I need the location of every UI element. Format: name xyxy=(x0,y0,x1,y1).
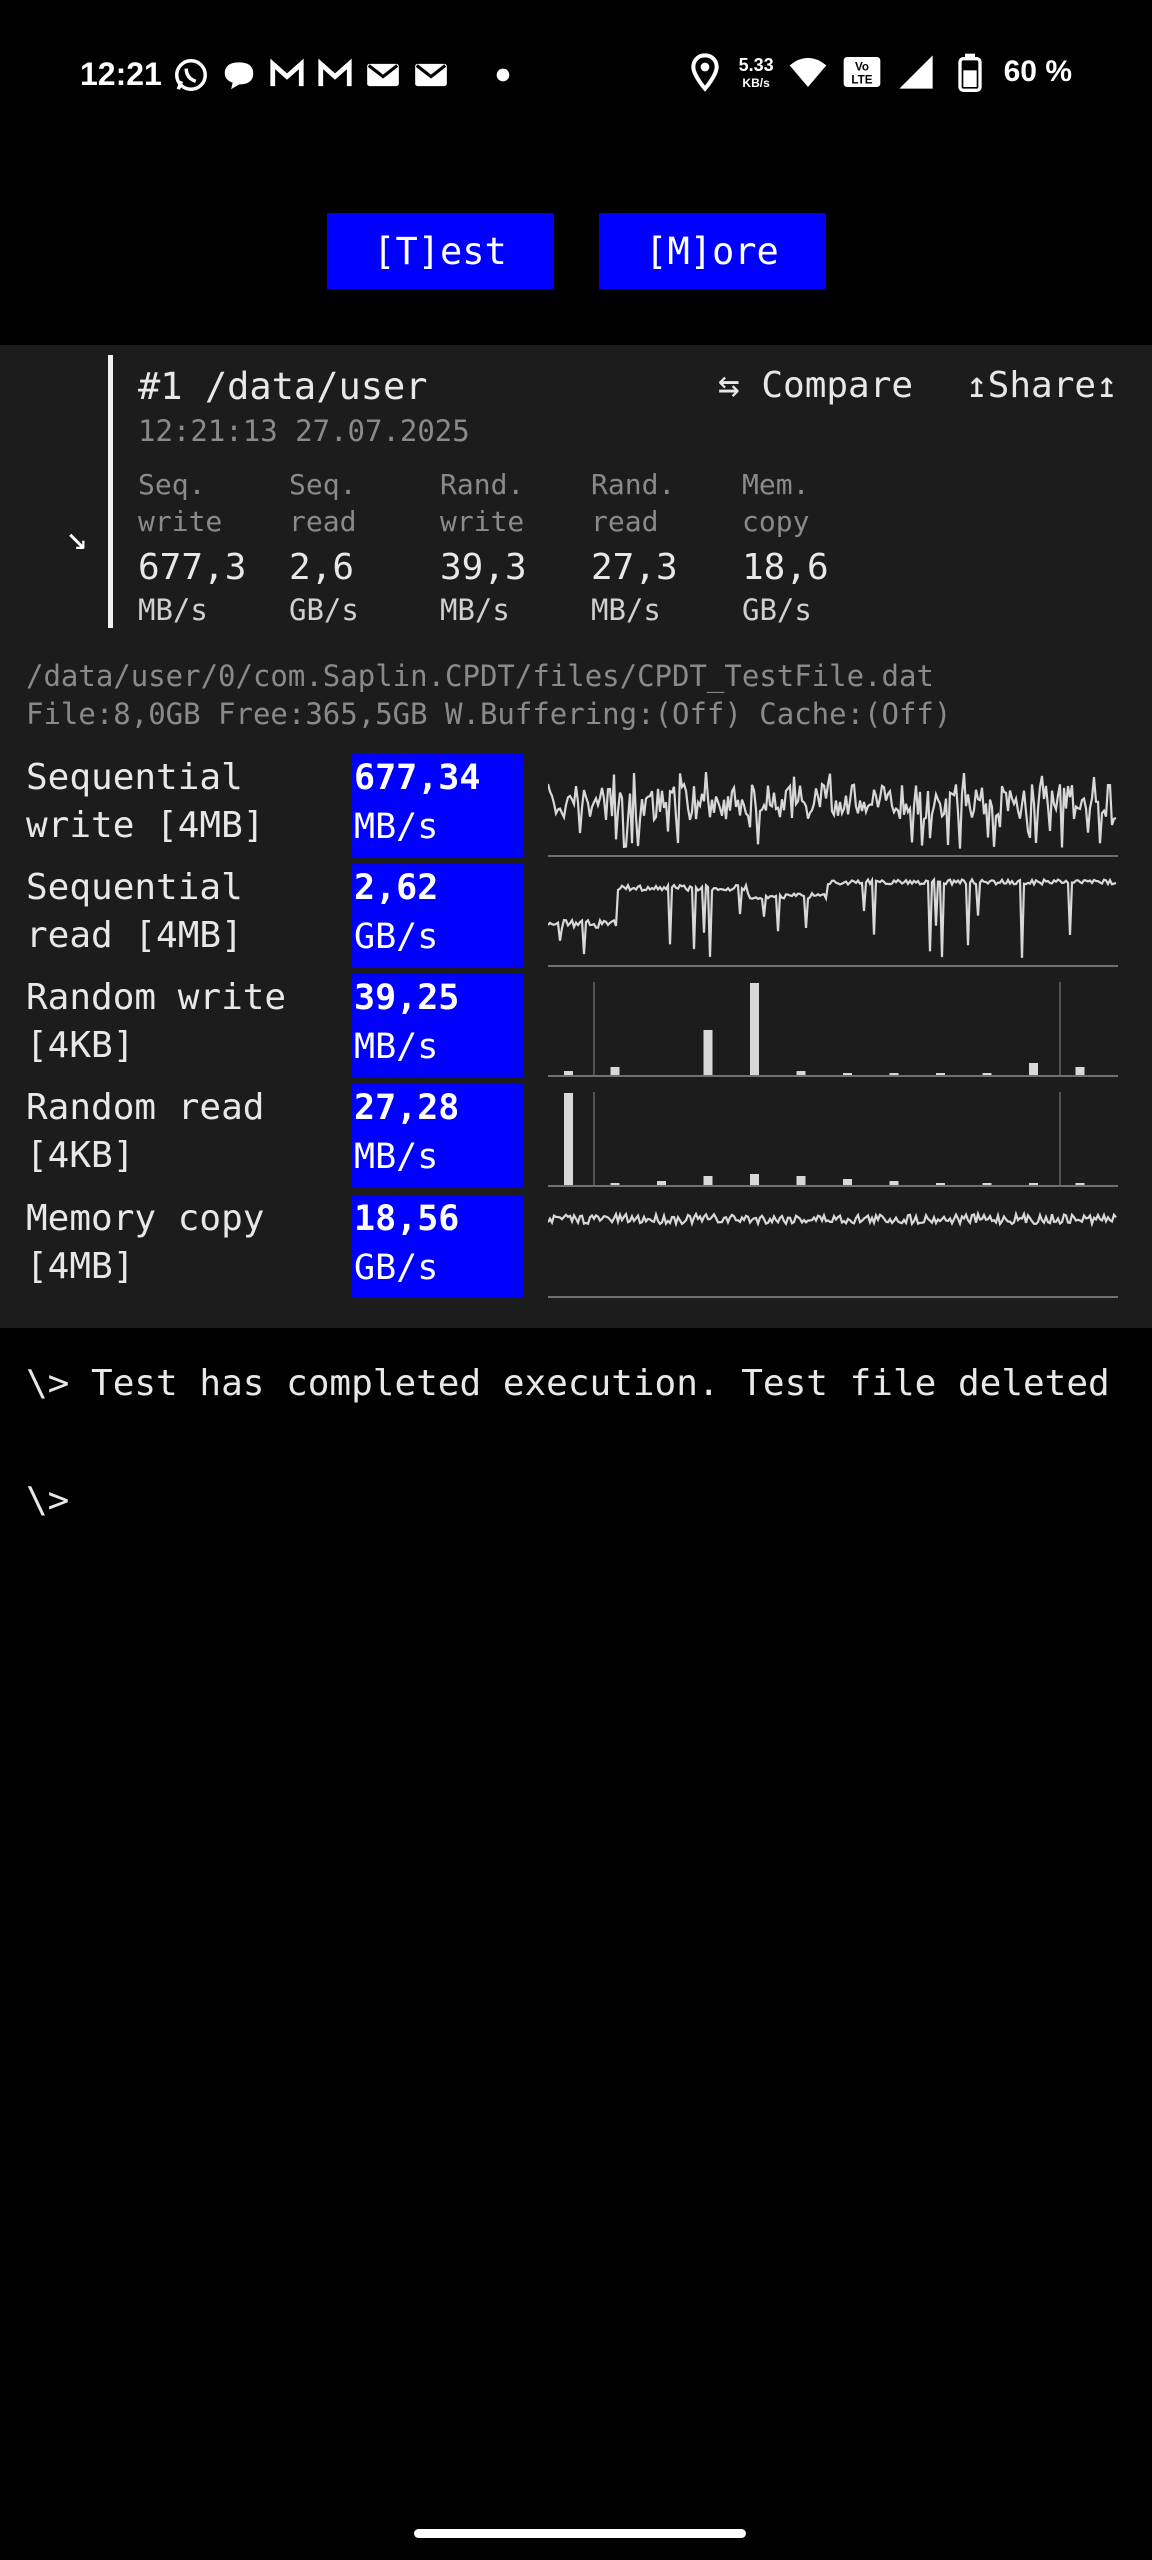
test-row-seq-read: Sequential read [4MB] 2,62 GB/s xyxy=(0,864,1152,967)
summary-label: read xyxy=(289,505,357,538)
sparkline-mark xyxy=(750,1174,759,1185)
battery-icon xyxy=(957,53,982,92)
collapse-arrow-icon[interactable]: ↘ xyxy=(66,517,88,558)
whatsapp-icon xyxy=(175,59,207,91)
test-row-rand-write: Random write [4KB] 39,25 MB/s xyxy=(0,974,1152,1077)
network-speed-unit: KB/s xyxy=(742,75,770,90)
result-divider xyxy=(108,355,113,628)
home-indicator[interactable] xyxy=(414,2529,746,2538)
notification-icons xyxy=(172,56,522,94)
sparkline-mark xyxy=(548,772,1117,849)
summary-value: 2,6 xyxy=(289,547,355,588)
svg-text:LTE: LTE xyxy=(851,74,872,87)
summary-label: write xyxy=(138,505,223,538)
file-path: /data/user/0/com.Saplin.CPDT/files/CPDT_… xyxy=(26,659,934,693)
signal-icon xyxy=(898,55,933,89)
sparkline-rand-read xyxy=(548,1084,1118,1187)
test-score: 27,28 MB/s xyxy=(352,1084,524,1187)
volte-icon: VoLTE xyxy=(843,57,880,87)
test-score: 677,34 MB/s xyxy=(352,754,524,857)
summary-unit: MB/s xyxy=(591,593,661,627)
sparkline-mark xyxy=(548,876,1117,958)
sparkline-mark xyxy=(1075,1067,1085,1075)
svg-text:Vo: Vo xyxy=(855,60,869,73)
summary-mem-copy: Mem. copy 18,6 GB/s xyxy=(742,466,882,630)
sparkline-mark xyxy=(703,1176,713,1185)
test-score: 39,25 MB/s xyxy=(352,974,524,1077)
summary-label: Seq. xyxy=(289,468,357,501)
sparkline-mem-copy xyxy=(548,1195,1118,1298)
summary-unit: GB/s xyxy=(289,593,359,627)
sparkline-mark xyxy=(610,1067,620,1075)
test-button[interactable]: [T]est xyxy=(326,213,554,289)
result-datetime: 12:21:13 27.07.2025 xyxy=(138,414,470,448)
dot-icon xyxy=(496,68,510,82)
test-name: Memory copy [4MB] xyxy=(26,1198,265,1287)
file-info: /data/user/0/com.Saplin.CPDT/files/CPDT_… xyxy=(26,657,951,733)
compare-button[interactable]: ⇆ Compare xyxy=(718,365,913,406)
summary-unit: GB/s xyxy=(742,593,812,627)
summary-value: 27,3 xyxy=(591,547,678,588)
gmail-icon xyxy=(270,58,304,87)
network-speed: 5.33 KB/s xyxy=(739,56,774,89)
summary-label: copy xyxy=(742,505,810,538)
test-score: 18,56 GB/s xyxy=(352,1195,524,1298)
summary-seq-write: Seq. write 677,3 MB/s xyxy=(138,466,278,630)
test-row-rand-read: Random read [4KB] 27,28 MB/s xyxy=(0,1084,1152,1187)
sparkline-mark xyxy=(703,1030,713,1075)
summary-label: Mem. xyxy=(742,468,810,501)
sparkline-seq-write xyxy=(548,754,1118,857)
summary-unit: MB/s xyxy=(440,593,510,627)
status-time: 12:21 xyxy=(80,56,162,92)
summary-label: Seq. xyxy=(138,468,206,501)
sparkline-mark xyxy=(796,1176,806,1185)
sparkline-mark xyxy=(548,1210,1117,1228)
sparkline-mark xyxy=(750,983,759,1075)
wifi-icon xyxy=(789,57,826,87)
summary-value: 18,6 xyxy=(742,547,829,588)
summary-label: Rand. xyxy=(591,468,676,501)
summary-unit: MB/s xyxy=(138,593,208,627)
test-row-mem-copy: Memory copy [4MB] 18,56 GB/s xyxy=(0,1195,1152,1298)
status-bar: 12:21 5.33 KB/s Vo LTE 60 % xyxy=(0,0,1152,150)
mail-icon xyxy=(415,63,447,87)
top-buttons: [T]est [M]ore xyxy=(0,213,1152,289)
summary-value: 39,3 xyxy=(440,547,527,588)
more-button[interactable]: [M]ore xyxy=(598,213,826,289)
test-score: 2,62 GB/s xyxy=(352,864,524,967)
test-name: Sequential write [4MB] xyxy=(26,757,265,846)
summary-label: read xyxy=(591,505,659,538)
result-title: #1 /data/user xyxy=(138,365,428,408)
chat-bubble-icon xyxy=(224,62,254,90)
location-icon xyxy=(690,53,719,92)
summary-label: write xyxy=(440,505,525,538)
console-message: \> Test has completed execution. Test fi… xyxy=(26,1363,1110,1404)
status-right-icons: 5.33 KB/s Vo LTE 60 % xyxy=(685,52,1072,92)
test-name: Sequential read [4MB] xyxy=(26,867,243,956)
console-prompt[interactable]: \> xyxy=(26,1480,69,1521)
summary-rand-read: Rand. read 27,3 MB/s xyxy=(591,466,731,630)
test-name: Random write [4KB] xyxy=(26,977,287,1066)
network-speed-value: 5.33 xyxy=(738,54,774,75)
share-button[interactable]: ↥Share↥ xyxy=(966,365,1118,406)
test-row-seq-write: Sequential write [4MB] 677,34 MB/s xyxy=(0,754,1152,857)
file-details: File:8,0GB Free:365,5GB W.Buffering:(Off… xyxy=(26,697,952,731)
summary-value: 677,3 xyxy=(138,547,247,588)
battery-percent: 60 % xyxy=(1003,55,1072,88)
mail-icon xyxy=(367,63,399,87)
test-name: Random read [4KB] xyxy=(26,1087,265,1176)
sparkline-rand-write xyxy=(548,974,1118,1077)
summary-rand-write: Rand. write 39,3 MB/s xyxy=(440,466,580,630)
summary-seq-read: Seq. read 2,6 GB/s xyxy=(289,466,429,630)
summary-label: Rand. xyxy=(440,468,525,501)
gmail-icon xyxy=(318,58,352,87)
sparkline-mark xyxy=(564,1093,573,1185)
sparkline-seq-read xyxy=(548,864,1118,967)
result-panel: ↘ #1 /data/user ⇆ Compare ↥Share↥ 12:21:… xyxy=(0,345,1152,1328)
sparkline-mark xyxy=(1029,1063,1038,1075)
